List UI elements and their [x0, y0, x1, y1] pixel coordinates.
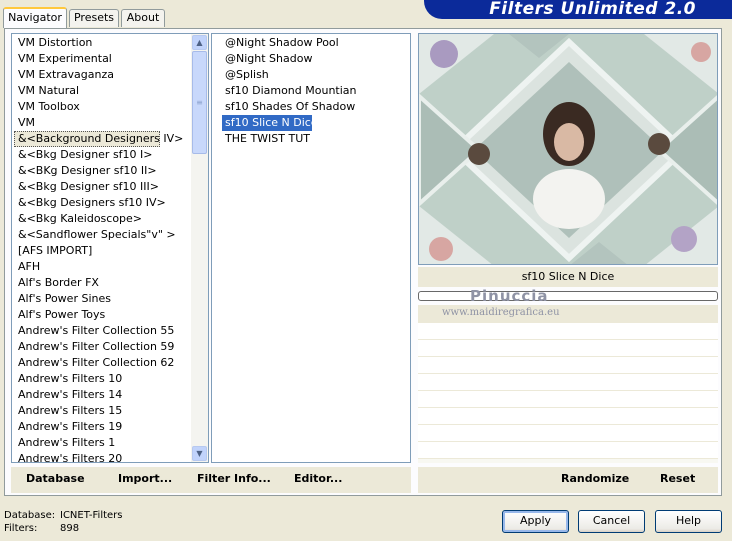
category-list[interactable]: VM Distortion VM Experimental VM Extravaga…: [11, 33, 209, 463]
category-item[interactable]: VM Natural: [14, 83, 192, 99]
reset-button[interactable]: Reset: [660, 472, 695, 485]
category-item[interactable]: Andrew's Filters 19: [14, 419, 192, 435]
param-row: [418, 374, 718, 391]
category-item[interactable]: &<Bkg Designer sf10 III>: [14, 179, 192, 195]
preview-button-bar: Randomize Reset: [418, 467, 718, 493]
category-item[interactable]: Andrew's Filter Collection 55: [14, 323, 192, 339]
filter-item[interactable]: @Splish: [222, 67, 407, 83]
category-item[interactable]: [AFS IMPORT]: [14, 243, 192, 259]
filter-info-button[interactable]: Filter Info...: [197, 472, 271, 485]
tab-navigator[interactable]: Navigator: [3, 7, 67, 28]
watermark-name: Pinuccia: [470, 287, 549, 305]
category-item[interactable]: Alf's Power Sines: [14, 291, 192, 307]
category-item[interactable]: VM Experimental: [14, 51, 192, 67]
filter-item[interactable]: @Night Shadow: [222, 51, 407, 67]
import-button[interactable]: Import...: [118, 472, 172, 485]
database-value: ICNET-Filters: [60, 510, 123, 521]
scroll-up-icon[interactable]: ▲: [192, 35, 207, 50]
database-label: Database:: [4, 510, 56, 521]
category-item[interactable]: Andrew's Filters 10: [14, 371, 192, 387]
preview-image: [419, 34, 717, 264]
category-scrollbar[interactable]: ▲ ≡ ▼: [191, 34, 208, 462]
title-banner: Filters Unlimited 2.0: [424, 0, 732, 19]
category-item[interactable]: &<Bkg Kaleidoscope>: [14, 211, 192, 227]
category-item[interactable]: VM: [14, 115, 192, 131]
category-item[interactable]: Andrew's Filter Collection 62: [14, 355, 192, 371]
param-row: [418, 323, 718, 340]
app-title: Filters Unlimited 2.0: [489, 0, 696, 19]
filter-items: @Night Shadow Pool @Night Shadow @Splish sf…: [222, 35, 407, 147]
category-item[interactable]: Andrew's Filters 20: [14, 451, 192, 462]
category-item[interactable]: AFH: [14, 259, 192, 275]
param-row: [418, 408, 718, 425]
param-row: [418, 425, 718, 442]
category-item[interactable]: VM Extravaganza: [14, 67, 192, 83]
tab-presets[interactable]: Presets: [69, 9, 119, 27]
filters-label: Filters:: [4, 523, 38, 534]
category-item[interactable]: Alf's Power Toys: [14, 307, 192, 323]
category-item[interactable]: Andrew's Filters 14: [14, 387, 192, 403]
parameter-area: [418, 305, 718, 463]
watermark-url: www.maidiregrafica.eu: [442, 307, 560, 318]
param-row: [418, 340, 718, 357]
category-item[interactable]: &<Background Designers IV>: [14, 131, 183, 147]
category-item[interactable]: VM Toolbox: [14, 99, 192, 115]
category-item[interactable]: Andrew's Filters 15: [14, 403, 192, 419]
scroll-down-icon[interactable]: ▼: [192, 446, 207, 461]
category-item[interactable]: &<BKg Designer sf10 II>: [14, 163, 192, 179]
filter-item[interactable]: THE TWIST TUT: [222, 131, 407, 147]
filter-name-label: sf10 Slice N Dice: [418, 267, 718, 287]
category-items: VM Distortion VM Experimental VM Extravaga…: [14, 35, 192, 462]
filter-list[interactable]: @Night Shadow Pool @Night Shadow @Splish sf…: [211, 33, 411, 463]
param-row: [418, 391, 718, 408]
category-item[interactable]: &<Bkg Designers sf10 IV>: [14, 195, 192, 211]
param-row: [418, 357, 718, 374]
progress-bar: [418, 291, 718, 301]
randomize-button[interactable]: Randomize: [561, 472, 629, 485]
filter-item[interactable]: @Night Shadow Pool: [222, 35, 407, 51]
help-button[interactable]: Help: [655, 510, 722, 533]
filter-item[interactable]: sf10 Slice N Dice: [222, 115, 318, 131]
category-item[interactable]: Andrew's Filter Collection 59: [14, 339, 192, 355]
category-item[interactable]: Andrew's Filters 1: [14, 435, 192, 451]
category-item[interactable]: VM Distortion: [14, 35, 192, 51]
tab-about[interactable]: About: [121, 9, 165, 27]
database-button[interactable]: Database: [26, 472, 85, 485]
filter-item[interactable]: sf10 Shades Of Shadow: [222, 99, 407, 115]
filters-count: 898: [60, 523, 80, 534]
list-button-bar: Database Import... Filter Info... Editor…: [11, 467, 411, 493]
scroll-thumb[interactable]: ≡: [192, 51, 207, 154]
navigator-panel: VM Distortion VM Experimental VM Extravaga…: [4, 28, 722, 496]
apply-button[interactable]: Apply: [502, 510, 569, 533]
editor-button[interactable]: Editor...: [294, 472, 342, 485]
cancel-button[interactable]: Cancel: [578, 510, 645, 533]
category-item[interactable]: Alf's Border FX: [14, 275, 192, 291]
param-row: [418, 442, 718, 459]
filter-preview: [418, 33, 718, 265]
filter-item[interactable]: sf10 Diamond Mountian: [222, 83, 407, 99]
category-item[interactable]: &<Bkg Designer sf10 I>: [14, 147, 192, 163]
category-item[interactable]: &<Sandflower Specials"v" >: [14, 227, 192, 243]
